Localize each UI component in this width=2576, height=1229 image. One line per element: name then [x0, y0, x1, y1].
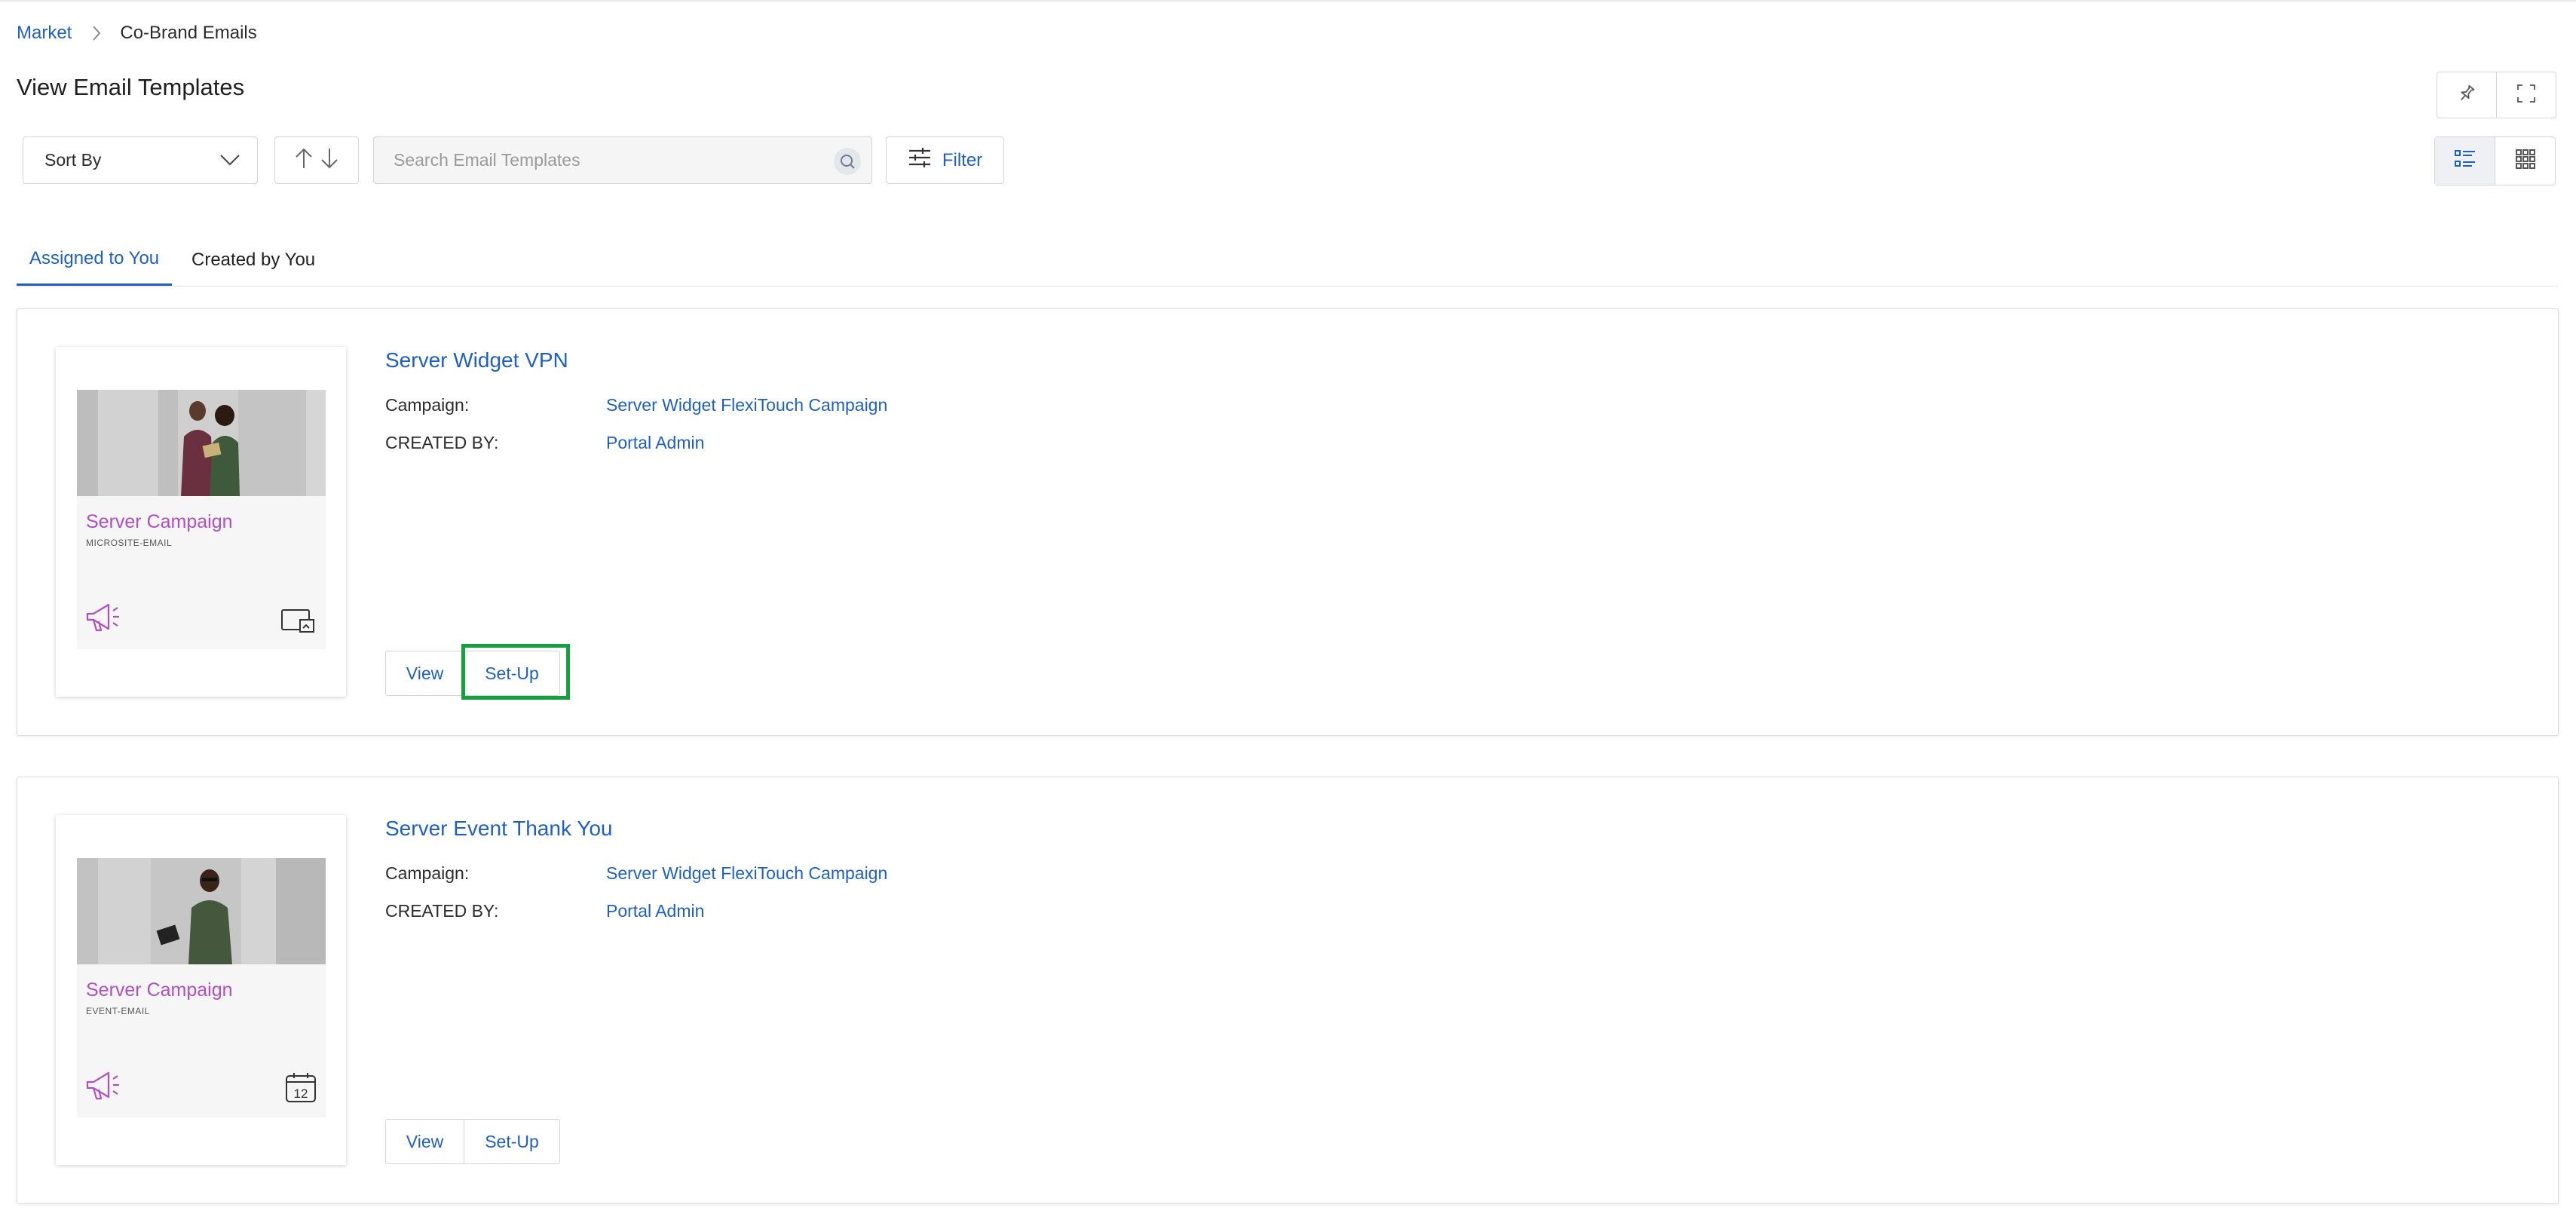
fullscreen-button[interactable]	[2496, 72, 2556, 118]
thumbnail-preview: Server Campaign EVENT-EMAIL 12	[77, 858, 326, 1117]
campaign-link[interactable]: Server Widget FlexiTouch Campaign	[606, 395, 887, 415]
view-button[interactable]: View	[386, 651, 464, 695]
top-divider	[0, 0, 2576, 2]
arrow-up-icon	[294, 147, 314, 173]
page-title: View Email Templates	[17, 74, 245, 100]
megaphone-icon	[84, 1070, 124, 1107]
card-actions: View Set-Up	[385, 1119, 560, 1164]
list-view-button[interactable]	[2435, 137, 2495, 185]
setup-button[interactable]: Set-Up	[464, 1120, 559, 1163]
page: Market Co-Brand Emails View Email Templa…	[0, 0, 2576, 1229]
pin-button[interactable]	[2437, 72, 2496, 118]
template-title[interactable]: Server Event Thank You	[385, 817, 612, 841]
sort-direction-button[interactable]	[274, 136, 359, 184]
breadcrumb: Market Co-Brand Emails	[17, 23, 257, 44]
filter-button[interactable]: Filter	[886, 136, 1004, 184]
calendar-icon: 12	[285, 1071, 317, 1107]
breadcrumb-link-market[interactable]: Market	[17, 23, 72, 44]
created-by-label: CREATED BY:	[385, 901, 499, 921]
sort-by-select[interactable]: Sort By	[23, 136, 258, 184]
filter-label: Filter	[942, 149, 983, 170]
thumbnail-photo	[77, 858, 326, 964]
arrow-down-icon	[320, 147, 339, 173]
person-photo	[156, 869, 232, 964]
created-by-label: CREATED BY:	[385, 433, 499, 452]
search-input[interactable]	[374, 149, 817, 171]
thumbnail-preview: Server Campaign MICROSITE-EMAIL	[77, 390, 326, 649]
thumbnail-template-type: MICROSITE-EMAIL	[86, 538, 173, 548]
breadcrumb-current: Co-Brand Emails	[120, 23, 257, 43]
device-icon	[280, 608, 317, 639]
view-button[interactable]: View	[386, 1120, 464, 1163]
tab-bar: Assigned to You Created by You	[17, 234, 2558, 287]
thumbnail-brand-title: Server Campaign	[86, 979, 233, 1001]
fullscreen-icon	[2516, 84, 2536, 107]
people-photo	[181, 401, 240, 496]
search-icon[interactable]	[834, 148, 861, 175]
template-title[interactable]: Server Widget VPN	[385, 348, 568, 372]
grid-view-icon	[2515, 149, 2536, 173]
toolbar: Sort By Fil	[23, 136, 2556, 185]
thumbnail-brand-title: Server Campaign	[86, 511, 233, 532]
template-card: Server Campaign EVENT-EMAIL 12 Server Ev…	[17, 777, 2559, 1204]
campaign-link[interactable]: Server Widget FlexiTouch Campaign	[606, 863, 887, 884]
chevron-down-icon	[219, 150, 240, 170]
grid-view-button[interactable]	[2495, 137, 2555, 185]
sort-by-label: Sort By	[44, 150, 102, 170]
calendar-day: 12	[294, 1086, 308, 1101]
tab-created-by-you[interactable]: Created by You	[191, 234, 315, 286]
campaign-label: Campaign:	[385, 395, 470, 415]
thumbnail-photo	[77, 390, 326, 496]
setup-highlight-box	[461, 644, 570, 700]
megaphone-icon	[84, 602, 124, 639]
sliders-icon	[908, 147, 932, 173]
template-card: Server Campaign MICROSITE-EMAIL Server W…	[17, 308, 2559, 736]
created-by-link[interactable]: Portal Admin	[606, 901, 704, 921]
chevron-right-icon	[91, 25, 102, 41]
created-by-link[interactable]: Portal Admin	[606, 433, 704, 453]
tab-assigned-to-you[interactable]: Assigned to You	[17, 234, 173, 286]
campaign-label: Campaign:	[385, 863, 470, 883]
search-box	[373, 136, 872, 184]
template-thumbnail[interactable]: Server Campaign MICROSITE-EMAIL	[56, 347, 346, 697]
pin-icon	[2457, 84, 2476, 107]
list-view-icon	[2454, 149, 2476, 173]
template-thumbnail[interactable]: Server Campaign EVENT-EMAIL 12	[56, 815, 346, 1165]
page-actions	[2437, 72, 2556, 118]
thumbnail-template-type: EVENT-EMAIL	[86, 1006, 150, 1016]
view-mode-toggle	[2434, 136, 2556, 185]
